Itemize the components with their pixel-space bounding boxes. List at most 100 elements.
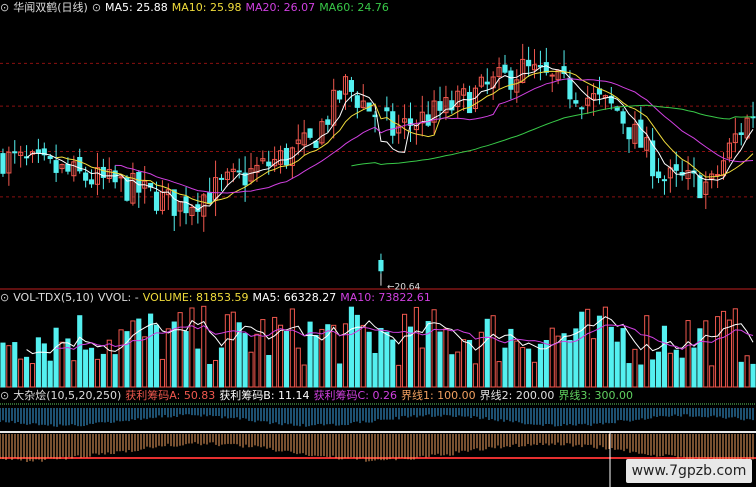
volume-bar: [53, 327, 59, 388]
volume-bar: [596, 315, 603, 388]
volume-bar: [720, 310, 727, 388]
volume-bar: [35, 337, 41, 388]
candle-body: [337, 90, 343, 100]
volume-bar: [455, 351, 461, 388]
volume-bar: [177, 312, 183, 388]
candle-body: [236, 170, 242, 173]
settings-icon[interactable]: ⊙: [0, 389, 9, 402]
volume-bar: [331, 324, 337, 388]
volume-bar: [661, 325, 668, 388]
volume-bar: [94, 358, 101, 388]
volume-bar: [0, 342, 6, 388]
volume-bar: [579, 311, 585, 388]
ma60-legend: MA60: 24.76: [319, 1, 389, 14]
volume-bar: [679, 357, 685, 388]
candle-body: [626, 127, 632, 140]
volume-bar: [549, 327, 555, 388]
candle-body: [88, 179, 95, 185]
volume-bar: [159, 358, 165, 388]
candle-body: [549, 74, 555, 77]
volume-bar: [248, 351, 254, 388]
volume-bar: [195, 348, 201, 388]
candle-body: [83, 172, 89, 181]
volume-bar: [715, 316, 721, 388]
volume-bar: [390, 339, 396, 388]
volume-bar: [673, 349, 679, 388]
volume-settings-icon[interactable]: ⊙: [0, 291, 9, 304]
candle-body: [573, 100, 579, 104]
candle-body: [466, 92, 473, 114]
volume-bar: [348, 306, 354, 388]
candle-body: [218, 177, 225, 180]
volume-bar: [650, 359, 656, 388]
volume-bar: [24, 356, 30, 388]
volume-bar: [289, 308, 295, 388]
volume-bar: [142, 336, 148, 388]
stock-chart-window: ←20.64 ⊙ 华闻双鹤(日线) ⊙ MA5: 25.88 MA10: 25.98 MA…: [0, 0, 756, 487]
profit-chip-c-legend: 获利筹码C: 0.26: [313, 389, 397, 402]
volume-bar: [266, 354, 272, 388]
candle-body: [47, 156, 53, 159]
candle-body: [673, 164, 679, 171]
candle-body: [655, 171, 662, 179]
volume-bar: [71, 360, 77, 388]
boundary-3-legend: 界线3: 300.00: [558, 389, 634, 402]
watermark: www.7gpzb.com: [626, 459, 752, 483]
candle-body: [502, 64, 508, 73]
indicator-name: 大杂烩(10,5,20,250): [13, 389, 122, 402]
price-panel-header: ⊙ 华闻双鹤(日线) ⊙ MA5: 25.88 MA10: 25.98 MA20: 26.…: [0, 1, 393, 15]
volume-bar: [413, 306, 419, 388]
volume-bar: [738, 361, 744, 388]
candle-body: [567, 77, 573, 100]
volume-bar: [189, 307, 195, 388]
candle-body: [543, 62, 549, 73]
volume-bar: [573, 328, 579, 388]
candle-body: [437, 101, 443, 111]
candle-body: [35, 149, 41, 154]
volume-bar: [112, 354, 118, 388]
volume-bar: [307, 321, 313, 388]
volume-bar: [585, 308, 591, 388]
volume-bar: [366, 331, 372, 388]
volume-bar: [567, 340, 573, 388]
volume-bar: [691, 347, 697, 388]
volume-bar: [591, 338, 597, 388]
volume-bar: [260, 319, 266, 388]
volume-bar: [18, 358, 24, 388]
candle-body: [579, 107, 585, 110]
volume-bar: [472, 363, 479, 388]
candle-body: [638, 119, 644, 148]
volume-bar: [313, 334, 319, 388]
volume-bar: [437, 331, 443, 388]
volume-bar: [213, 359, 219, 388]
candle-body: [207, 192, 213, 204]
volume-bar: [106, 339, 112, 388]
candle-body: [183, 196, 189, 214]
candle-body: [620, 111, 626, 124]
volume-bar: [272, 316, 278, 388]
indicator-panel-header: ⊙ 大杂烩(10,5,20,250) 获利筹码A: 50.83 获利筹码B: 11.1…: [0, 389, 637, 403]
volume-bar: [354, 314, 360, 388]
chart-canvas: ←20.64: [0, 43, 756, 487]
volume-bar: [378, 327, 384, 388]
volume-bar: [744, 355, 750, 388]
candle-body: [171, 189, 177, 216]
ma60-line: [351, 104, 754, 167]
candle-body: [348, 80, 354, 92]
volume-bar: [118, 329, 124, 388]
candle-body: [697, 175, 703, 199]
candle-body: [354, 95, 360, 108]
volume-bar: [65, 338, 71, 388]
volume-bar: [750, 363, 756, 388]
volume-bar: [443, 328, 449, 388]
volume-indicator-name: VOL-TDX(5,10): [13, 291, 94, 304]
volume-bar: [12, 342, 18, 388]
volume-bar: [478, 331, 484, 388]
volume-legend: VOLUME: 81853.59: [142, 291, 249, 304]
volume-bar: [384, 331, 390, 388]
volume-bar: [130, 320, 136, 388]
settings-icon[interactable]: ⊙: [0, 1, 9, 14]
panel-settings-icon[interactable]: ⊙: [92, 1, 101, 14]
volume-bar: [614, 341, 620, 388]
volume-bar: [301, 364, 307, 388]
